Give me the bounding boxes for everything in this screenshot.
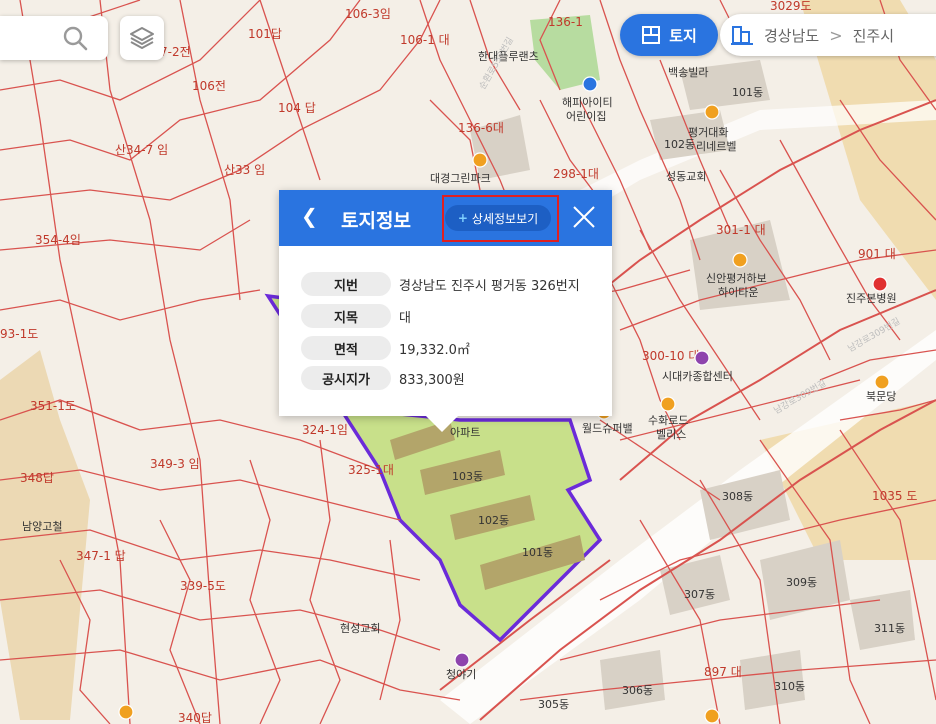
back-arrow-icon[interactable]: ❮ bbox=[301, 204, 318, 228]
search-icon bbox=[63, 26, 88, 51]
apartment-marker bbox=[704, 708, 720, 724]
poi-label: 진주본병원 bbox=[846, 292, 897, 305]
lot-label: 93-1도 bbox=[0, 327, 38, 341]
info-row-price: 공시지가 833,300원 bbox=[301, 366, 465, 390]
lot-label: 300-10 대 bbox=[642, 349, 699, 363]
detail-view-button[interactable]: + 상세정보보기 bbox=[445, 205, 551, 231]
lot-label: 106전 bbox=[192, 79, 226, 93]
poi-label: 남양고철 bbox=[22, 520, 62, 533]
lot-label: 340답 bbox=[178, 711, 212, 724]
land-toggle-label: 토지 bbox=[669, 26, 697, 45]
shop-marker bbox=[874, 374, 890, 390]
poi-label: 시대카종합센터 bbox=[662, 370, 733, 383]
lot-label: 7-2전 bbox=[160, 45, 191, 59]
building-label: 306동 bbox=[622, 684, 653, 697]
region-breadcrumb: 경상남도 > 진주시 bbox=[720, 14, 936, 56]
poi-label: 성동교회 bbox=[666, 170, 706, 183]
close-icon[interactable] bbox=[569, 202, 599, 232]
poi-label: 하이타운 bbox=[718, 285, 758, 299]
info-value: 대 bbox=[399, 310, 411, 326]
lot-label: 301-1 대 bbox=[716, 223, 766, 237]
poi-label: 어린이집 bbox=[566, 110, 606, 123]
lot-label: 354-4임 bbox=[35, 233, 81, 247]
poi-label: 리네르벨 bbox=[696, 140, 736, 153]
lot-label: 106-1 대 bbox=[400, 33, 450, 47]
info-row-lot: 지번 경상남도 진주시 평거동 326번지 bbox=[301, 272, 580, 296]
lot-label: 901 대 bbox=[858, 247, 896, 261]
apartment-marker bbox=[704, 104, 720, 120]
plus-icon: + bbox=[457, 211, 468, 225]
lot-label: 339-5도 bbox=[180, 579, 226, 593]
poi-label: 신안평거하보 bbox=[706, 271, 767, 285]
building-label: 307동 bbox=[684, 588, 715, 601]
poi-label: 월드슈퍼밸 bbox=[582, 422, 633, 435]
poi-label: 백송빌라 bbox=[668, 66, 708, 79]
lot-label: 3029도 bbox=[770, 0, 812, 13]
layers-icon bbox=[130, 27, 154, 49]
lot-label: 136-6대 bbox=[458, 121, 504, 135]
region-city[interactable]: 진주시 bbox=[853, 25, 894, 46]
apartment-marker bbox=[472, 152, 488, 168]
hospital-marker bbox=[872, 276, 888, 292]
poi-label: 벨리스 bbox=[656, 428, 686, 441]
building-label: 309동 bbox=[786, 576, 817, 589]
poi-label: 대경그린파크 bbox=[430, 172, 491, 185]
info-key: 공시지가 bbox=[301, 366, 391, 390]
lot-label: 325-1대 bbox=[348, 463, 394, 477]
lot-label: 106-3임 bbox=[345, 7, 391, 21]
region-province[interactable]: 경상남도 bbox=[764, 25, 819, 46]
lot-label: 104 답 bbox=[278, 101, 316, 115]
apartment-marker bbox=[732, 252, 748, 268]
shop-marker bbox=[660, 396, 676, 412]
land-toggle-button[interactable]: 토지 bbox=[620, 14, 718, 56]
popup-header: ❮ 토지정보 + 상세정보보기 bbox=[279, 190, 612, 246]
chevron-right-icon: > bbox=[829, 25, 843, 45]
lot-label: 351-1도 bbox=[30, 399, 76, 413]
info-key: 면적 bbox=[301, 336, 391, 360]
building-icon[interactable] bbox=[730, 23, 754, 47]
lot-label: 348답 bbox=[20, 471, 54, 485]
building-label: 310동 bbox=[774, 680, 805, 693]
building-label: 101동 bbox=[522, 546, 553, 559]
poi-label: 북문당 bbox=[866, 390, 896, 403]
apartment-marker bbox=[118, 704, 134, 720]
lot-label: 1035 도 bbox=[872, 489, 917, 503]
lot-label: 347-1 답 bbox=[76, 549, 126, 563]
school-marker bbox=[582, 76, 598, 92]
popup-title: 토지정보 bbox=[341, 210, 411, 232]
poi-label: 현성교회 bbox=[340, 622, 380, 635]
info-value: 경상남도 진주시 평거동 326번지 bbox=[399, 278, 580, 294]
layers-button[interactable] bbox=[120, 16, 164, 60]
info-row-area: 면적 19,332.0㎡ bbox=[301, 336, 470, 360]
service-marker bbox=[694, 350, 710, 366]
poi-label: 수화로드 bbox=[648, 414, 688, 427]
building-label: 305동 bbox=[538, 698, 569, 711]
building-label: 102동 bbox=[478, 514, 509, 527]
search-button[interactable] bbox=[0, 16, 108, 60]
detail-view-label: 상세정보보기 bbox=[471, 211, 539, 226]
building-label: 308동 bbox=[722, 490, 753, 503]
poi-label: 해피아이티 bbox=[562, 95, 613, 109]
poi-label: 101동 bbox=[732, 86, 763, 99]
land-info-popup: ❮ 토지정보 + 상세정보보기 지번 경상남도 진주시 평거동 326번지 지목… bbox=[279, 190, 612, 432]
land-grid-icon bbox=[642, 26, 661, 44]
building-label: 103동 bbox=[452, 470, 483, 483]
building-label: 311동 bbox=[874, 622, 905, 635]
lot-label: 136-1 bbox=[548, 15, 583, 29]
info-value: 833,300원 bbox=[399, 372, 465, 388]
poi-label: 102동 bbox=[664, 138, 695, 151]
lot-label: 349-3 임 bbox=[150, 457, 200, 471]
info-value: 19,332.0㎡ bbox=[399, 342, 470, 358]
info-key: 지번 bbox=[301, 272, 391, 296]
lot-label: 산34-7 임 bbox=[115, 143, 168, 157]
info-row-category: 지목 대 bbox=[301, 304, 411, 328]
lot-label: 298-1대 bbox=[553, 167, 599, 181]
lot-label: 101답 bbox=[248, 27, 282, 41]
service-marker bbox=[454, 652, 470, 668]
lot-label: 324-1임 bbox=[302, 423, 348, 437]
lot-label: 897 대 bbox=[704, 665, 742, 679]
lot-label: 산33 임 bbox=[224, 163, 265, 177]
info-key: 지목 bbox=[301, 304, 391, 328]
poi-label: 청야기 bbox=[446, 668, 476, 681]
